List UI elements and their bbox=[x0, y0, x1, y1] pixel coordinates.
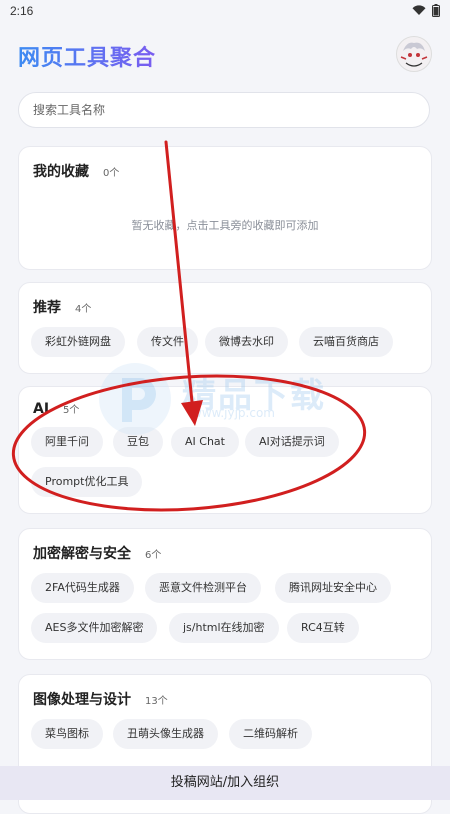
wifi-icon bbox=[412, 5, 426, 15]
tool-chip[interactable]: AI Chat bbox=[171, 427, 239, 457]
favorites-header: 我的收藏 0个 bbox=[33, 161, 119, 181]
image-header: 图像处理与设计 13个 bbox=[33, 689, 168, 709]
tool-chip[interactable]: 腾讯网址安全中心 bbox=[275, 573, 391, 603]
tool-chip[interactable]: 2FA代码生成器 bbox=[31, 573, 134, 603]
tool-chip[interactable]: AES多文件加密解密 bbox=[31, 613, 158, 643]
ai-header: AI 5个 bbox=[33, 401, 79, 417]
recommend-header: 推荐 4个 bbox=[33, 297, 91, 317]
favorites-title: 我的收藏 bbox=[33, 164, 89, 180]
avatar[interactable] bbox=[396, 36, 432, 72]
battery-icon bbox=[432, 4, 440, 17]
security-title: 加密解密与安全 bbox=[33, 546, 131, 562]
image-title: 图像处理与设计 bbox=[33, 692, 131, 708]
ai-count: 5个 bbox=[63, 405, 80, 416]
tool-chip[interactable]: 丑萌头像生成器 bbox=[113, 719, 218, 749]
recommend-title: 推荐 bbox=[33, 300, 61, 316]
security-count: 6个 bbox=[145, 550, 162, 561]
security-card: 加密解密与安全 6个 2FA代码生成器 恶意文件检测平台 腾讯网址安全中心 AE… bbox=[18, 528, 432, 660]
tool-chip[interactable]: 豆包 bbox=[113, 427, 163, 457]
tool-chip[interactable]: AI对话提示词 bbox=[245, 427, 339, 457]
search-input[interactable] bbox=[19, 93, 429, 127]
favorites-count: 0个 bbox=[103, 168, 120, 179]
tool-chip[interactable]: 二维码解析 bbox=[229, 719, 312, 749]
favorites-empty-message: 暂无收藏，点击工具旁的收藏即可添加 bbox=[131, 219, 319, 232]
recommend-count: 4个 bbox=[75, 304, 92, 315]
ai-title: AI bbox=[33, 401, 50, 417]
tool-chip[interactable]: 菜鸟图标 bbox=[31, 719, 103, 749]
tool-chip[interactable]: Prompt优化工具 bbox=[31, 467, 143, 497]
image-count: 13个 bbox=[145, 696, 168, 707]
tool-chip[interactable]: 恶意文件检测平台 bbox=[145, 573, 261, 603]
submit-site-button[interactable]: 投稿网站/加入组织 bbox=[0, 766, 450, 800]
ai-card: AI 5个 阿里千问 豆包 AI Chat AI对话提示词 Prompt优化工具 bbox=[18, 386, 432, 514]
search-box[interactable] bbox=[18, 92, 430, 128]
tool-chip[interactable]: js/html在线加密 bbox=[169, 613, 279, 643]
status-icons bbox=[412, 4, 440, 17]
tool-chip[interactable]: 阿里千问 bbox=[31, 427, 103, 457]
tool-chip[interactable]: 传文件 bbox=[137, 327, 198, 357]
security-header: 加密解密与安全 6个 bbox=[33, 543, 161, 563]
status-time: 2:16 bbox=[10, 4, 34, 18]
recommend-card: 推荐 4个 彩虹外链网盘 传文件 微博去水印 云喵百货商店 bbox=[18, 282, 432, 374]
status-bar: 2:16 bbox=[0, 0, 450, 22]
tool-chip[interactable]: 云喵百货商店 bbox=[299, 327, 393, 357]
app-title: 网页工具聚合 bbox=[18, 40, 156, 72]
tool-chip[interactable]: 微博去水印 bbox=[205, 327, 288, 357]
tool-chip[interactable]: 彩虹外链网盘 bbox=[31, 327, 125, 357]
tool-chip[interactable]: RC4互转 bbox=[287, 613, 359, 643]
favorites-card: 我的收藏 0个 暂无收藏，点击工具旁的收藏即可添加 bbox=[18, 146, 432, 270]
